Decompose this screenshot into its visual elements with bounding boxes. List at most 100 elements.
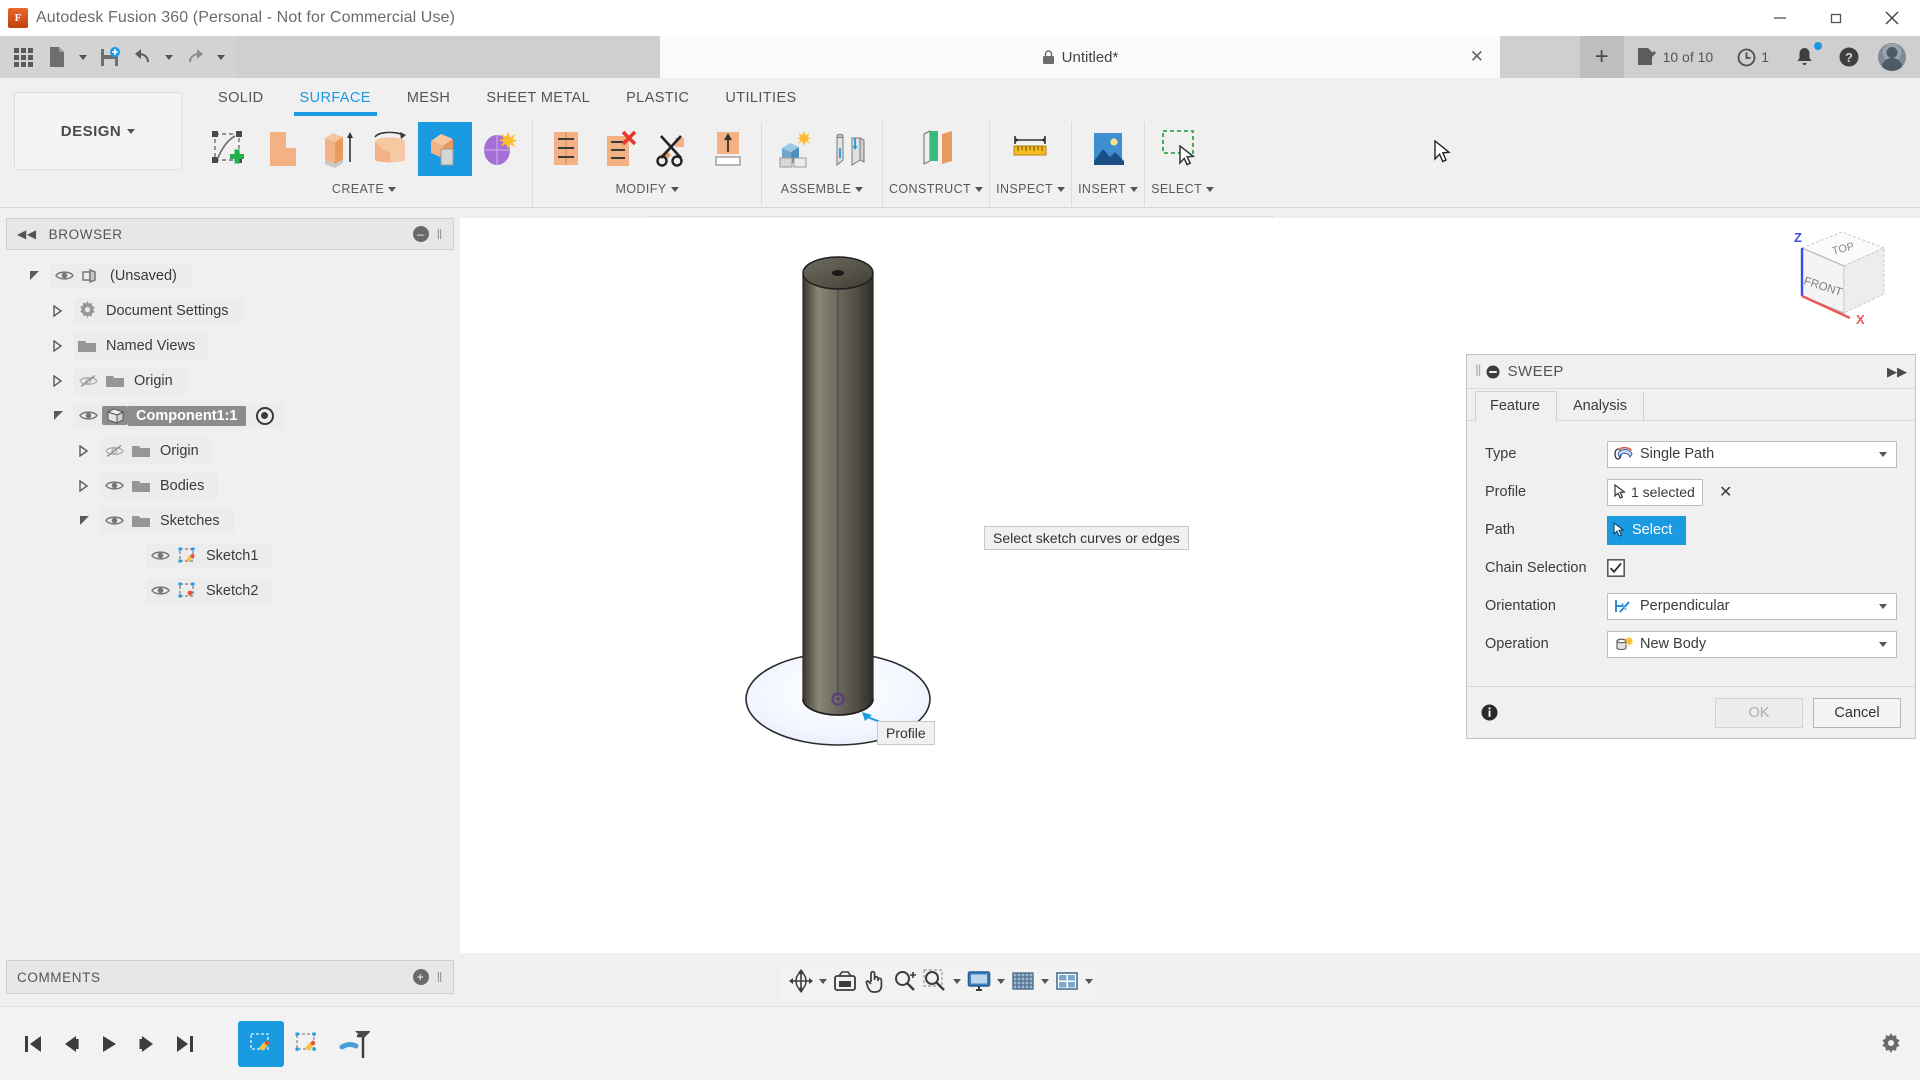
tree-row-named-views[interactable]: Named Views bbox=[6, 328, 454, 363]
visibility-eye-icon[interactable] bbox=[74, 409, 102, 422]
chain-selection-checkbox[interactable] bbox=[1607, 559, 1625, 577]
add-comment-icon[interactable]: + bbox=[413, 969, 429, 985]
ribbon-group-select-label[interactable]: SELECT bbox=[1151, 182, 1214, 196]
tree-row-component1[interactable]: Component1:1 bbox=[6, 398, 454, 433]
grid-snaps-caret-icon[interactable] bbox=[1038, 979, 1052, 984]
extrude-icon[interactable] bbox=[310, 122, 364, 176]
cancel-button[interactable]: Cancel bbox=[1813, 698, 1901, 728]
visibility-eye-icon[interactable] bbox=[100, 479, 128, 492]
operation-select[interactable]: New Body bbox=[1607, 631, 1897, 658]
tab-analysis[interactable]: Analysis bbox=[1557, 392, 1644, 420]
display-settings-icon[interactable] bbox=[964, 966, 994, 996]
workspace-switcher[interactable]: DESIGN bbox=[14, 92, 182, 170]
display-settings-caret-icon[interactable] bbox=[994, 979, 1008, 984]
trim-stitch-icon[interactable] bbox=[539, 122, 593, 176]
ribbon-group-inspect-label[interactable]: INSPECT bbox=[996, 182, 1065, 196]
path-select-button[interactable]: Select bbox=[1607, 516, 1686, 545]
undo-caret-icon[interactable] bbox=[160, 40, 178, 74]
select-window-icon[interactable] bbox=[1156, 122, 1210, 176]
look-at-icon[interactable] bbox=[830, 966, 860, 996]
orientation-select[interactable]: Perpendicular bbox=[1607, 593, 1897, 620]
tree-row-origin-component[interactable]: Origin bbox=[6, 433, 454, 468]
tree-row-bodies[interactable]: Bodies bbox=[6, 468, 454, 503]
orbit-icon[interactable] bbox=[786, 966, 816, 996]
notifications-button[interactable] bbox=[1781, 36, 1828, 78]
joint-icon[interactable] bbox=[822, 122, 876, 176]
ribbon-group-create-label[interactable]: CREATE bbox=[332, 182, 396, 196]
go-to-end-icon[interactable] bbox=[166, 1024, 204, 1064]
expand-triangle-closed-icon[interactable] bbox=[78, 480, 100, 492]
orbit-caret-icon[interactable] bbox=[816, 979, 830, 984]
extend-icon[interactable] bbox=[701, 122, 755, 176]
ribbon-group-assemble-label[interactable]: ASSEMBLE bbox=[781, 182, 864, 196]
new-document-icon[interactable] bbox=[40, 40, 74, 74]
close-document-icon[interactable]: ✕ bbox=[1470, 47, 1484, 67]
undo-icon[interactable] bbox=[126, 40, 160, 74]
tree-row-origin-root[interactable]: Origin bbox=[6, 363, 454, 398]
viewports-icon[interactable] bbox=[1052, 966, 1082, 996]
visibility-eye-icon[interactable] bbox=[146, 549, 174, 562]
fit-caret-icon[interactable] bbox=[950, 979, 964, 984]
expand-triangle-closed-icon[interactable] bbox=[52, 375, 74, 387]
patch-icon[interactable] bbox=[256, 122, 310, 176]
comments-panel[interactable]: COMMENTS + ‖ bbox=[6, 960, 454, 994]
expand-triangle-closed-icon[interactable] bbox=[52, 305, 74, 317]
create-sketch-icon[interactable] bbox=[202, 122, 256, 176]
new-component-icon[interactable] bbox=[768, 122, 822, 176]
chevron-down-icon[interactable] bbox=[1879, 604, 1887, 609]
visibility-eye-off-icon[interactable] bbox=[74, 374, 102, 388]
trim-icon[interactable] bbox=[647, 122, 701, 176]
tree-row-sketch2[interactable]: Sketch2 bbox=[6, 573, 454, 608]
revolve-icon[interactable] bbox=[364, 122, 418, 176]
view-cube[interactable]: TOP FRONT Z X bbox=[1772, 218, 1902, 328]
clear-profile-selection-icon[interactable]: ✕ bbox=[1719, 482, 1732, 502]
tab-utilities[interactable]: UTILITIES bbox=[707, 84, 814, 116]
job-status[interactable]: 1 bbox=[1725, 36, 1781, 78]
minus-circle-icon[interactable] bbox=[1486, 365, 1500, 379]
expand-triangle-open-icon[interactable] bbox=[52, 409, 74, 422]
visibility-eye-icon[interactable] bbox=[146, 584, 174, 597]
info-icon[interactable] bbox=[1481, 704, 1498, 721]
step-forward-icon[interactable] bbox=[128, 1024, 166, 1064]
timeline-sweep-marker[interactable] bbox=[330, 1021, 376, 1067]
ribbon-group-modify-label[interactable]: MODIFY bbox=[615, 182, 678, 196]
save-icon[interactable] bbox=[92, 40, 126, 74]
tab-mesh[interactable]: MESH bbox=[389, 84, 469, 116]
editable-documents-status[interactable]: 10 of 10 bbox=[1624, 36, 1726, 78]
new-document-caret-icon[interactable] bbox=[74, 40, 92, 74]
zoom-icon[interactable] bbox=[890, 966, 920, 996]
fit-icon[interactable] bbox=[920, 966, 950, 996]
ribbon-group-insert-label[interactable]: INSERT bbox=[1078, 182, 1138, 196]
play-icon[interactable] bbox=[90, 1024, 128, 1064]
visibility-eye-icon[interactable] bbox=[100, 514, 128, 527]
go-to-beginning-icon[interactable] bbox=[14, 1024, 52, 1064]
tab-feature[interactable]: Feature bbox=[1475, 391, 1557, 421]
insert-image-icon[interactable] bbox=[1081, 122, 1135, 176]
type-select[interactable]: Single Path bbox=[1607, 441, 1897, 468]
profile-selection-field[interactable]: 1 selected bbox=[1607, 479, 1703, 506]
tab-solid[interactable]: SOLID bbox=[200, 84, 282, 116]
chevron-down-icon[interactable] bbox=[1879, 452, 1887, 457]
new-tab-button[interactable]: + bbox=[1580, 36, 1624, 78]
expand-triangle-closed-icon[interactable] bbox=[78, 445, 100, 457]
maximize-button[interactable] bbox=[1808, 0, 1864, 36]
sweep-icon[interactable] bbox=[418, 122, 472, 176]
measure-icon[interactable] bbox=[1004, 122, 1058, 176]
activate-component-radio[interactable] bbox=[256, 407, 274, 425]
visibility-eye-icon[interactable] bbox=[50, 269, 78, 282]
visibility-eye-off-icon[interactable] bbox=[100, 444, 128, 458]
timeline-sketch2-marker[interactable] bbox=[284, 1021, 330, 1067]
dialog-grip[interactable]: ‖ bbox=[1475, 363, 1482, 381]
tree-row-unsaved[interactable]: (Unsaved) bbox=[6, 258, 454, 293]
tab-surface[interactable]: SURFACE bbox=[282, 84, 389, 116]
viewports-caret-icon[interactable] bbox=[1082, 979, 1096, 984]
minimize-icon[interactable]: – bbox=[413, 226, 429, 242]
ok-button[interactable]: OK bbox=[1715, 698, 1803, 728]
expand-triangle-closed-icon[interactable] bbox=[52, 340, 74, 352]
offset-plane-icon[interactable] bbox=[909, 122, 963, 176]
step-back-icon[interactable] bbox=[52, 1024, 90, 1064]
expand-right-icon[interactable]: ▶▶ bbox=[1887, 364, 1907, 380]
panel-grip[interactable]: ‖ bbox=[437, 969, 443, 985]
minimize-button[interactable] bbox=[1752, 0, 1808, 36]
pan-icon[interactable] bbox=[860, 966, 890, 996]
